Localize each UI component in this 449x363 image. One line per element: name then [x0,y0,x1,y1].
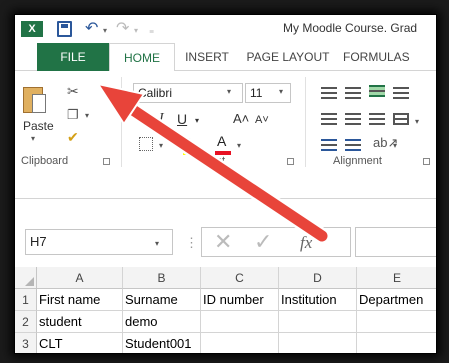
orientation-dropdown-icon[interactable]: ▾ [393,141,397,150]
increase-indent-icon[interactable] [345,139,361,151]
cell-a3[interactable]: CLT [37,333,123,353]
sheet-grid: A B C D E 1 First name Surname ID number… [15,267,436,353]
name-box-dropdown-icon[interactable]: ▾ [155,239,159,248]
tab-home[interactable]: HOME [109,43,175,72]
paste-dropdown-icon[interactable]: ▾ [31,134,35,143]
tab-formulas[interactable]: FORMULAS [343,43,433,71]
alignment-launcher-icon[interactable] [423,158,430,165]
title-bar: X ↶ ▾ ↷ ▾ ₌ My Moodle Course. Grad [15,15,436,43]
save-icon[interactable] [57,21,72,37]
copy-dropdown-icon[interactable]: ▾ [85,111,89,120]
fill-color-swatch [183,151,199,155]
align-center-icon[interactable] [345,113,361,125]
cell-b1[interactable]: Surname [123,289,201,311]
column-header-c[interactable]: C [201,267,279,289]
cell-c3[interactable] [201,333,279,353]
undo-icon[interactable]: ↶ [85,21,98,37]
borders-icon[interactable] [139,137,153,151]
borders-dropdown-icon[interactable]: ▾ [159,141,163,150]
customize-toolbar-icon[interactable]: ₌ [149,23,154,39]
align-top-icon[interactable] [321,87,337,99]
tab-insert[interactable]: INSERT [181,43,233,71]
cell-e1[interactable]: Departmen [357,289,436,311]
cell-e3[interactable] [357,333,436,353]
italic-button[interactable]: I [159,111,164,127]
name-box[interactable]: H7 [25,229,173,255]
ribbon: Paste ▾ ✂ ❐ ▾ ✔ Clipboard Calibri ▾ 11 ▾… [15,71,436,199]
row-header-3[interactable]: 3 [15,333,37,353]
tab-file[interactable]: FILE [37,43,109,71]
window-title: My Moodle Course. Grad [283,21,418,35]
column-header-d[interactable]: D [279,267,357,289]
excel-logo-icon: X [21,21,43,37]
splitter-dots-icon[interactable]: ⋮ [185,235,198,251]
font-size-dropdown-icon[interactable]: ▾ [279,87,283,96]
align-left-icon[interactable] [321,113,337,125]
row-header-2[interactable]: 2 [15,311,37,333]
ribbon-tabs: FILE HOME INSERT PAGE LAYOUT FORMULAS [15,43,436,72]
underline-button[interactable]: U [177,111,187,127]
redo-dropdown-icon[interactable]: ▾ [134,23,138,39]
insert-function-icon[interactable]: fx [300,230,312,256]
cell-c1[interactable]: ID number [201,289,279,311]
excel-window: X ↶ ▾ ↷ ▾ ₌ My Moodle Course. Grad FILE … [14,14,437,354]
cell-e2[interactable] [357,311,436,333]
select-all-button[interactable] [15,267,37,289]
group-divider [121,77,122,167]
formula-bar: H7 ▾ ⋮ ✕ ✓ fx [15,199,436,263]
align-bottom-icon[interactable] [369,85,385,97]
align-right-icon[interactable] [369,113,385,125]
merge-dropdown-icon[interactable]: ▾ [415,117,419,126]
clipboard-group-label: Clipboard [21,155,69,167]
column-header-a[interactable]: A [37,267,123,289]
font-name-dropdown-icon[interactable]: ▾ [227,87,231,96]
font-color-icon[interactable]: A [217,133,226,149]
cell-c2[interactable] [201,311,279,333]
paste-button[interactable]: Paste [23,119,54,133]
decrease-indent-icon[interactable] [321,139,337,151]
cell-b3[interactable]: Student001 [123,333,201,353]
wrap-text-icon[interactable] [393,87,409,99]
cell-a1[interactable]: First name [37,289,123,311]
font-launcher-icon[interactable] [287,158,294,165]
row-header-1[interactable]: 1 [15,289,37,311]
cut-icon[interactable]: ✂ [67,83,79,100]
underline-dropdown-icon[interactable]: ▾ [195,116,199,125]
cell-a2[interactable]: student [37,311,123,333]
cell-d3[interactable] [279,333,357,353]
cell-d2[interactable] [279,311,357,333]
align-middle-icon[interactable] [345,87,361,99]
format-painter-icon[interactable]: ✔ [67,129,79,146]
font-group-label: Font [203,155,226,167]
grow-font-button[interactable]: A˄ [233,111,249,126]
font-size-select[interactable]: 11 [245,83,291,103]
formula-tools: ✕ ✓ fx [201,227,351,257]
redo-icon[interactable]: ↷ [116,21,129,37]
cell-d1[interactable]: Institution [279,289,357,311]
bold-button[interactable]: B [139,111,149,127]
formula-input[interactable] [355,227,436,257]
undo-dropdown-icon[interactable]: ▾ [103,23,107,39]
enter-icon[interactable]: ✓ [254,228,272,256]
clipboard-launcher-icon[interactable] [103,158,110,165]
shrink-font-button[interactable]: A˅ [255,114,269,126]
paste-icon[interactable] [23,87,46,113]
copy-icon[interactable]: ❐ [67,107,79,123]
alignment-group-label: Alignment [333,155,382,167]
column-header-b[interactable]: B [123,267,201,289]
column-header-e[interactable]: E [357,267,436,289]
group-divider [305,77,306,167]
fill-color-icon[interactable]: ◆ [185,135,194,149]
cancel-icon[interactable]: ✕ [214,228,232,256]
font-color-dropdown-icon[interactable]: ▾ [237,141,241,150]
tab-page-layout[interactable]: PAGE LAYOUT [241,43,335,71]
cell-b2[interactable]: demo [123,311,201,333]
merge-center-icon[interactable] [393,113,409,125]
